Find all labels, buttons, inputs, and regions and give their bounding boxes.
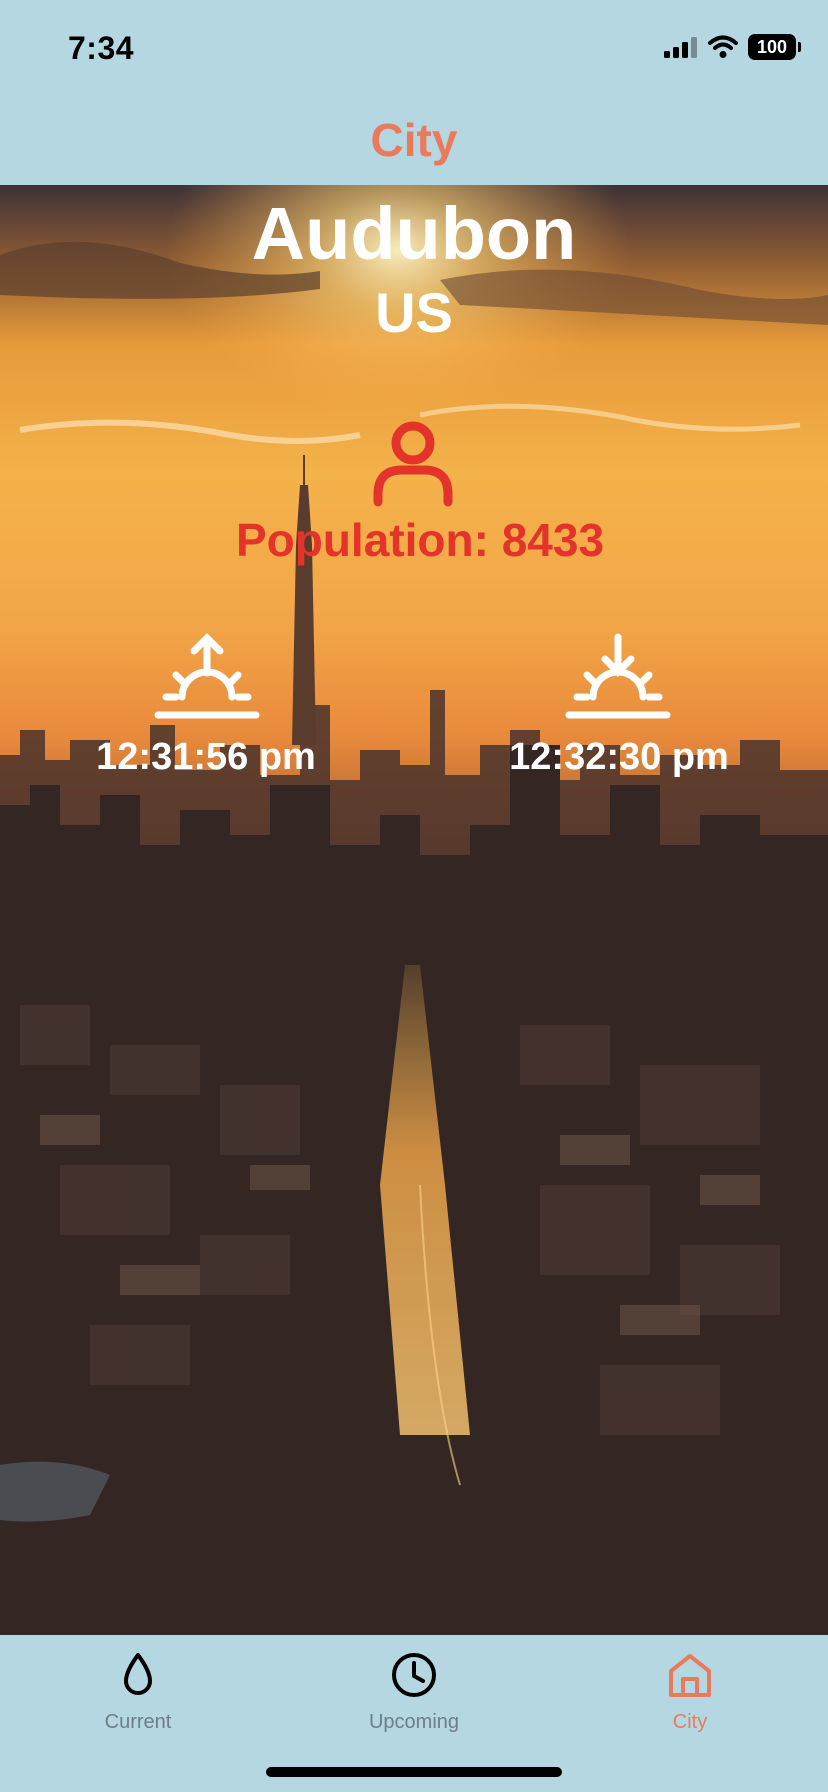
country-name: US bbox=[375, 281, 453, 344]
status-bar: 7:34 100 bbox=[0, 0, 828, 100]
home-icon bbox=[669, 1654, 711, 1697]
tab-label-city: City bbox=[672, 1711, 708, 1733]
wifi-icon bbox=[708, 35, 738, 58]
status-icons: 100 bbox=[664, 34, 801, 60]
sunset-icon bbox=[565, 633, 671, 719]
city-skyline-photo bbox=[0, 185, 828, 1635]
clock-icon bbox=[392, 1653, 436, 1697]
person-icon bbox=[373, 421, 453, 507]
tab-bar: Current Upcoming City bbox=[0, 1635, 828, 1792]
home-indicator[interactable] bbox=[266, 1767, 562, 1777]
city-hero: Audubon US Population: 8433 12:31:56 pm bbox=[0, 185, 828, 1635]
tab-label-current: Current bbox=[104, 1711, 172, 1733]
tab-upcoming[interactable]: Upcoming bbox=[276, 1635, 552, 1755]
tab-label-upcoming: Upcoming bbox=[368, 1711, 460, 1733]
signal-icon bbox=[664, 37, 697, 58]
page-title: City bbox=[370, 113, 458, 166]
sunrise-icon bbox=[154, 633, 260, 719]
tab-current[interactable]: Current bbox=[0, 1635, 276, 1755]
drop-icon bbox=[124, 1653, 152, 1695]
nav-bar: City bbox=[0, 100, 828, 185]
tab-city[interactable]: City bbox=[552, 1635, 828, 1755]
population-label: Population: 8433 bbox=[235, 514, 605, 566]
city-name: Audubon bbox=[251, 192, 577, 275]
sunset-time: 12:32:30 pm bbox=[509, 736, 729, 778]
sunrise-time: 12:31:56 pm bbox=[96, 736, 316, 778]
battery-level: 100 bbox=[756, 36, 788, 57]
battery-icon: 100 bbox=[748, 34, 801, 60]
status-time: 7:34 bbox=[68, 30, 135, 66]
